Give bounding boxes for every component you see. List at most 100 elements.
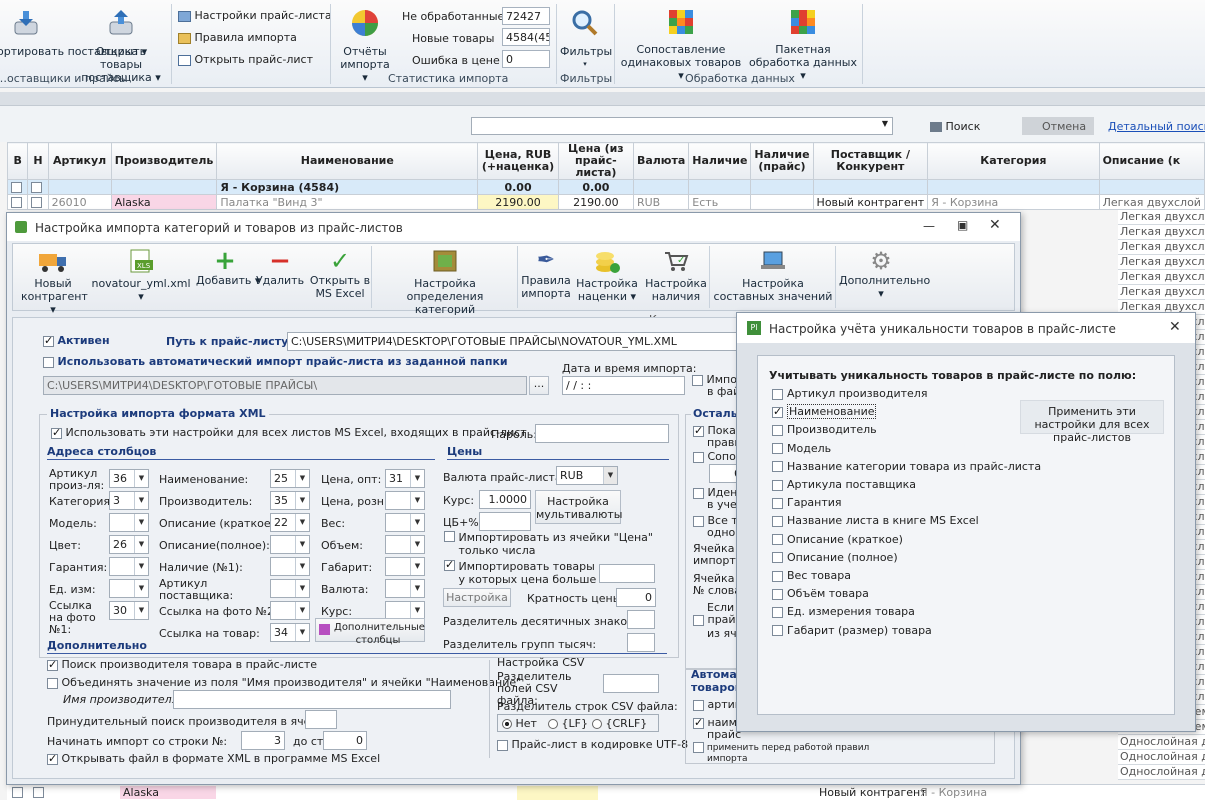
col-header[interactable]: Цена (из прайс-листа) xyxy=(557,142,634,180)
close-icon[interactable]: ✕ xyxy=(989,217,1001,233)
table-row[interactable]: 26010 Alaska Палатка "Винд 3" 2190.00 21… xyxy=(6,194,1205,210)
merge-maker-row[interactable]: Объединять значение из поля "Имя произво… xyxy=(47,676,521,689)
uniqueness-field-checkbox[interactable] xyxy=(772,606,783,618)
col-header[interactable]: Категория xyxy=(927,142,1100,180)
availability-setup-button[interactable]: ✓ Настройка наличия xyxy=(645,248,707,303)
column-address-dropdown[interactable]: 25 ▼ xyxy=(270,469,310,488)
column-address-dropdown[interactable]: ▼ xyxy=(385,535,425,554)
search-maker-row[interactable]: Поиск производителя товара в прайс-листе xyxy=(47,658,317,671)
utf8-checkbox[interactable] xyxy=(497,739,508,751)
uniqueness-field-row[interactable]: Описание (полное) xyxy=(772,551,898,564)
uniqueness-field-checkbox[interactable] xyxy=(772,570,783,582)
start-row-input[interactable]: 3 xyxy=(241,731,285,750)
price-path-input[interactable]: C:\USERS\МИТРИ4\DESKTOP\ГОТОВЫЕ ПРАЙСЫ\N… xyxy=(287,332,742,351)
row-checkbox[interactable] xyxy=(12,787,23,798)
column-address-dropdown[interactable]: 31 ▼ xyxy=(385,469,425,488)
col-header[interactable]: Производитель xyxy=(110,142,218,180)
col-header[interactable]: Описание (к xyxy=(1098,142,1205,180)
column-address-dropdown[interactable]: 36 ▼ xyxy=(109,469,149,488)
col-header[interactable]: Наименование xyxy=(216,142,479,180)
col-header[interactable]: Наличие (прайс) xyxy=(750,142,814,180)
row-checkbox[interactable] xyxy=(31,182,43,193)
composite-values-button[interactable]: Настройка составных значений xyxy=(713,248,833,303)
uniqueness-field-checkbox[interactable] xyxy=(772,625,783,637)
search-button[interactable]: Поиск xyxy=(930,120,980,133)
use-all-sheets-checkbox[interactable] xyxy=(51,426,62,439)
price-cell-numbers-row[interactable]: Импортировать из ячейки "Цена" только чи… xyxy=(444,531,664,557)
password-input[interactable] xyxy=(535,424,669,443)
category-setup-button[interactable]: Настройка определения категорий xyxy=(375,248,515,316)
col-header[interactable]: Наличие xyxy=(688,142,752,180)
column-address-dropdown[interactable]: ▼ xyxy=(385,491,425,510)
multiplicity-input[interactable]: 0 xyxy=(616,588,656,607)
row-checkbox[interactable] xyxy=(33,787,44,798)
column-address-dropdown[interactable]: 30 ▼ xyxy=(109,601,149,620)
col-header[interactable]: Артикул xyxy=(47,142,112,180)
column-address-dropdown[interactable]: ▼ xyxy=(270,579,310,598)
auto-option-checkbox[interactable] xyxy=(693,699,704,711)
auto-option-row[interactable]: артик xyxy=(693,698,741,711)
uniqueness-field-row[interactable]: Название листа в книге MS Excel xyxy=(772,514,979,527)
uniqueness-field-row[interactable]: Артикул производителя xyxy=(772,387,927,400)
open-xml-excel-checkbox[interactable] xyxy=(47,752,58,765)
uniqueness-field-row[interactable]: Артикула поставщика xyxy=(772,478,916,491)
search-combobox[interactable]: ▼ xyxy=(471,117,893,135)
uniqueness-field-row[interactable]: Объём товара xyxy=(772,587,869,600)
uniqueness-field-checkbox[interactable] xyxy=(772,588,783,600)
browse-button[interactable]: ... xyxy=(529,376,549,395)
column-address-dropdown[interactable]: ▼ xyxy=(109,557,149,576)
auto-import-row[interactable]: Использовать автоматический импорт прайс… xyxy=(43,355,508,368)
column-address-dropdown[interactable]: ▼ xyxy=(109,513,149,532)
uniqueness-field-checkbox[interactable] xyxy=(772,388,783,400)
filters-button[interactable]: Фильтры ▾ xyxy=(560,8,612,71)
import-cut-checkbox[interactable] xyxy=(692,374,703,386)
column-address-dropdown[interactable]: ▼ xyxy=(270,601,310,620)
right-option-checkbox[interactable] xyxy=(693,424,704,437)
cancel-button[interactable]: Отмена xyxy=(1022,117,1094,135)
menu-import-rules[interactable]: Правила импорта xyxy=(178,31,297,44)
delete-button[interactable]: − Удалить xyxy=(255,248,305,287)
extra-columns-button[interactable]: Дополнительные столбцы xyxy=(315,618,425,646)
uniqueness-field-row[interactable]: Модель xyxy=(772,442,831,455)
batch-processing-button[interactable]: Пакетная обработка данных ▾ xyxy=(748,8,858,82)
uniqueness-field-checkbox[interactable] xyxy=(772,552,783,564)
right-option-row[interactable]: Сопос xyxy=(693,450,742,463)
col-header[interactable]: Валюта xyxy=(632,142,690,180)
multicurrency-button[interactable]: Настройка мультивалюты xyxy=(535,490,623,524)
apply-all-button[interactable]: Применить эти настройки для всех прайс-л… xyxy=(1020,400,1164,444)
force-search-input[interactable] xyxy=(305,710,337,729)
row-checkbox[interactable] xyxy=(11,182,22,193)
auto-folder-input[interactable]: C:\USERS\МИТРИ4\DESKTOP\ГОТОВЫЕ ПРАЙСЫ\ xyxy=(43,376,527,395)
right-option-checkbox[interactable] xyxy=(693,487,704,499)
col-header[interactable]: В xyxy=(6,142,29,180)
auto-import-checkbox[interactable] xyxy=(43,356,54,368)
active-checkbox[interactable] xyxy=(43,334,54,347)
right-option-checkbox[interactable] xyxy=(693,451,704,463)
uniqueness-field-checkbox[interactable] xyxy=(772,515,783,527)
use-all-sheets-row[interactable]: Использовать эти настройки для всех лист… xyxy=(51,426,527,439)
active-checkbox-row[interactable]: Активен xyxy=(43,334,110,347)
csv-opt-lf[interactable]: {LF} xyxy=(548,717,588,730)
markup-setup-button[interactable]: Настройка наценки ▾ xyxy=(575,248,639,303)
column-address-dropdown[interactable]: 34 ▼ xyxy=(270,623,310,642)
uniqueness-field-checkbox[interactable] xyxy=(772,534,783,546)
row-checkbox[interactable] xyxy=(11,197,22,208)
thousand-sep-input[interactable] xyxy=(627,633,655,652)
maximize-icon[interactable]: ▣ xyxy=(957,218,968,232)
right-option-row[interactable]: прайс xyxy=(693,613,742,626)
column-address-dropdown[interactable]: ▼ xyxy=(270,557,310,576)
csv-field-sep-input[interactable] xyxy=(603,674,659,693)
reports-button[interactable]: Отчёты импорта ▾ xyxy=(336,8,394,84)
row-checkbox[interactable] xyxy=(31,197,43,208)
csv-opt-crlf[interactable]: {CRLF} xyxy=(592,717,647,730)
cb-percent-input[interactable] xyxy=(479,512,531,531)
menu-open-price[interactable]: Открыть прайс-лист xyxy=(178,53,313,66)
table-group-row[interactable]: Я - Корзина (4584) 0.00 0.00 xyxy=(6,179,1205,195)
price-cell-numbers-checkbox[interactable] xyxy=(444,531,455,542)
price-greater-input[interactable] xyxy=(599,564,655,583)
more-button[interactable]: ⚙ Дополнительно ▾ xyxy=(839,248,930,300)
auto-option-checkbox[interactable] xyxy=(693,742,704,753)
csv-opt-none[interactable]: Нет xyxy=(502,717,537,730)
close-icon[interactable]: ✕ xyxy=(1169,319,1181,335)
search-maker-checkbox[interactable] xyxy=(47,658,58,671)
